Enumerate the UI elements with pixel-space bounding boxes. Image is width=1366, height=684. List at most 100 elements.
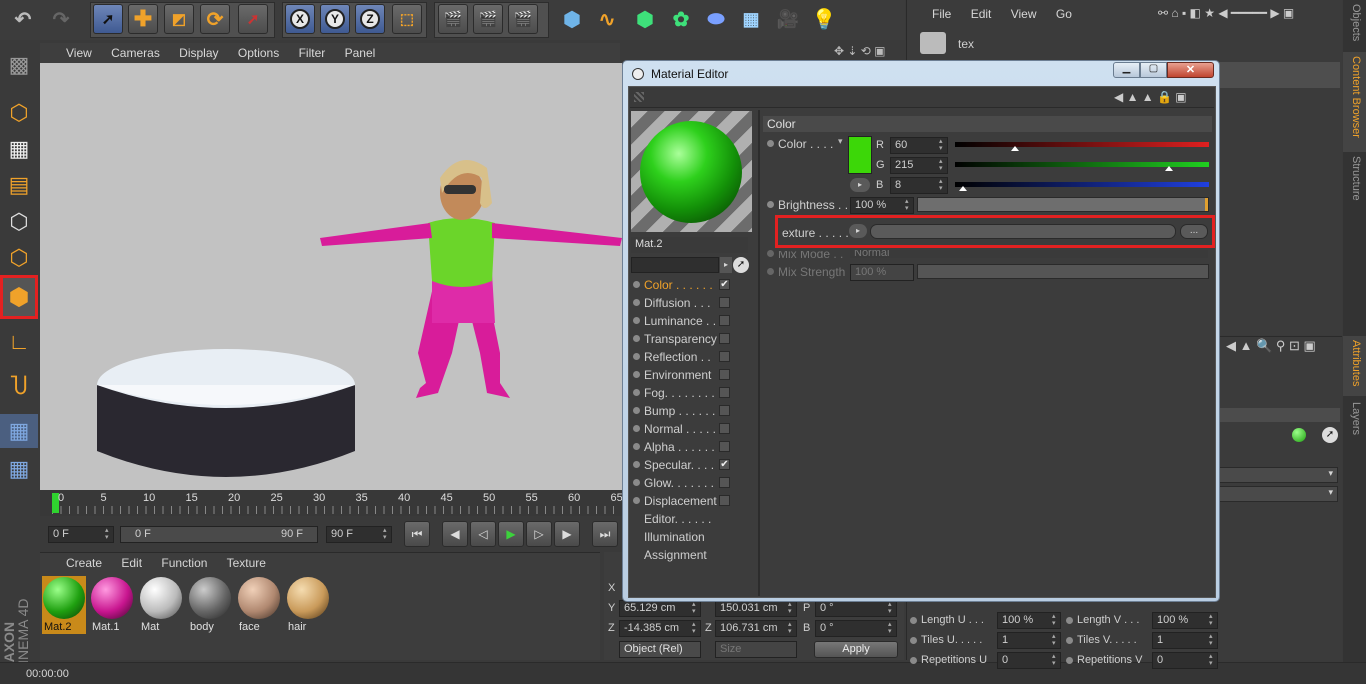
length-v-field[interactable]: 100 % (1152, 612, 1218, 629)
rep-u-field[interactable]: 0 (997, 652, 1061, 669)
live-selection-icon[interactable]: ➚ (93, 4, 123, 34)
locked-workplane-icon[interactable]: ▦ (0, 414, 38, 448)
mix-strength-slider[interactable] (917, 264, 1209, 279)
z-position-field[interactable]: -14.385 cm (619, 620, 701, 637)
channel-transparency-checkbox[interactable] (719, 333, 730, 344)
planar-workplane-icon[interactable]: ▦ (0, 452, 38, 486)
channel-filter-arrow-icon[interactable]: ▸ (720, 257, 732, 273)
attr-dropdown-1[interactable]: ▾ (1218, 467, 1338, 483)
color-dropdown-arrow-icon[interactable]: ▾ (838, 136, 843, 147)
rep-v-field[interactable]: 0 (1152, 652, 1218, 669)
channel-illumination[interactable]: Illumination (631, 528, 741, 546)
apply-button[interactable]: Apply (814, 641, 898, 658)
points-mode-icon[interactable]: ⬡ (0, 205, 38, 239)
viewport-nav-icons[interactable]: ✥ ⇣ ⟲ ▣ (834, 44, 886, 58)
channel-glow-checkbox[interactable] (719, 477, 730, 488)
browser-toolbar-icons[interactable]: ⚯ ⌂ ▪ ◧ ★ ◀ ━━━━━ ▶ ▣ (1158, 6, 1294, 20)
g-field[interactable]: 215 (890, 157, 948, 174)
attributes-toolbar-icons[interactable]: ◀ ▲ 🔍 ⚲ ⊡ ▣ (1226, 338, 1316, 354)
channel-reflection[interactable]: Reflection . . (631, 348, 741, 366)
material-preview[interactable] (631, 111, 752, 232)
b-slider-thumb[interactable] (958, 186, 967, 191)
channel-normal[interactable]: Normal . . . . . (631, 420, 741, 438)
y-position-field[interactable]: 65.129 cm (619, 600, 701, 617)
polygons-mode-icon[interactable]: ⬢ (0, 275, 38, 319)
attr-pick-icon[interactable]: ➚ (1322, 427, 1338, 443)
channel-normal-checkbox[interactable] (719, 423, 730, 434)
texture-expand-button[interactable]: ▸ (849, 224, 867, 238)
texture-field[interactable] (870, 224, 1176, 239)
menu-filter[interactable]: Filter (299, 46, 326, 60)
cb-file[interactable]: File (932, 7, 951, 21)
channel-color[interactable]: Color . . . . . . ✔ (631, 276, 741, 294)
y-axis-icon[interactable]: Y (320, 4, 350, 34)
editor-nav-icons[interactable]: ◀ ▲ ▲ 🔒 ▣ (1114, 90, 1187, 104)
tab-structure[interactable]: Structure (1343, 152, 1366, 212)
menu-display[interactable]: Display (179, 46, 218, 60)
channel-filter-field[interactable] (631, 257, 719, 273)
menu-options[interactable]: Options (238, 46, 279, 60)
channel-displacement-checkbox[interactable] (719, 495, 730, 506)
prev-key-icon[interactable]: ◀ (442, 521, 468, 547)
channel-alpha-checkbox[interactable] (719, 441, 730, 452)
channel-glow[interactable]: Glow. . . . . . . (631, 474, 741, 492)
recent-tool-icon[interactable]: ➚ (238, 4, 268, 34)
menu-cameras[interactable]: Cameras (111, 46, 160, 60)
timeline-ruler[interactable] (52, 506, 617, 514)
spline-icon[interactable]: ∿ (592, 4, 622, 34)
channel-reflection-checkbox[interactable] (719, 351, 730, 362)
end-frame-field[interactable]: 90 F (326, 526, 392, 543)
r-slider[interactable] (955, 142, 1209, 147)
material-face[interactable]: face (237, 576, 281, 634)
move-icon[interactable]: ✚ (128, 4, 158, 34)
r-field[interactable]: 60 (890, 137, 948, 154)
channel-editor[interactable]: Editor. . . . . . (631, 510, 741, 528)
tab-content-browser[interactable]: Content Browser (1343, 52, 1366, 152)
channel-luminance[interactable]: Luminance . . (631, 312, 741, 330)
tab-objects[interactable]: Objects (1343, 0, 1366, 50)
edges-mode-icon[interactable]: ⬡ (0, 241, 38, 275)
length-u-field[interactable]: 100 % (997, 612, 1061, 629)
attr-material-icon[interactable] (1292, 428, 1306, 442)
material-mat2[interactable]: Mat.2 (42, 576, 86, 634)
p-rotation-field[interactable]: 0 ° (815, 600, 897, 617)
material-mat[interactable]: Mat (139, 576, 183, 634)
prev-frame-icon[interactable]: ◁ (470, 521, 496, 547)
tab-attributes[interactable]: Attributes (1343, 336, 1366, 396)
tiles-v-field[interactable]: 1 (1152, 632, 1218, 649)
texture-mode-icon[interactable]: ▦ (0, 132, 38, 166)
array-icon[interactable]: ✿ (666, 4, 696, 34)
channel-fog-checkbox[interactable] (719, 387, 730, 398)
viewport[interactable] (40, 63, 622, 490)
mm-create[interactable]: Create (66, 556, 102, 570)
render-view-icon[interactable]: 🎬 (438, 4, 468, 34)
channel-displacement[interactable]: Displacement (631, 492, 741, 510)
brightness-slider[interactable] (917, 197, 1209, 212)
material-name-field[interactable]: Mat.2 (631, 237, 748, 253)
timeline[interactable]: 0 5 10 15 20 25 30 35 40 45 50 55 60 65 (40, 490, 623, 516)
redo-icon[interactable]: ↷ (46, 4, 76, 34)
channel-specular-checkbox[interactable]: ✔ (719, 459, 730, 470)
channel-diffusion[interactable]: Diffusion . . . (631, 294, 741, 312)
material-body[interactable]: body (188, 576, 232, 634)
g-slider-thumb[interactable] (1165, 166, 1174, 171)
x-axis-icon[interactable]: X (285, 4, 315, 34)
channel-transparency[interactable]: Transparency (631, 330, 741, 348)
coord-mode-dropdown[interactable]: Object (Rel) (619, 641, 701, 658)
undo-icon[interactable]: ↶ (8, 4, 38, 34)
channel-fog[interactable]: Fog. . . . . . . . (631, 384, 741, 402)
channel-diffusion-checkbox[interactable] (719, 297, 730, 308)
y-size-field[interactable]: 150.031 cm (715, 600, 797, 617)
minimize-button[interactable]: ▁ (1113, 62, 1140, 78)
browser-selected-row[interactable] (1218, 62, 1340, 88)
b-field[interactable]: 8 (890, 177, 948, 194)
channel-environment-checkbox[interactable] (719, 369, 730, 380)
render-settings-icon[interactable]: 🎬 (508, 4, 538, 34)
scale-icon[interactable]: ◩ (164, 4, 194, 34)
material-mat1[interactable]: Mat.1 (90, 576, 134, 634)
rotate-icon[interactable]: ⟳ (200, 4, 230, 34)
r-slider-thumb[interactable] (1010, 146, 1019, 151)
channel-environment[interactable]: Environment (631, 366, 741, 384)
axis-mode-icon[interactable]: ∟ (0, 325, 38, 359)
channel-assignment[interactable]: Assignment (631, 546, 741, 564)
